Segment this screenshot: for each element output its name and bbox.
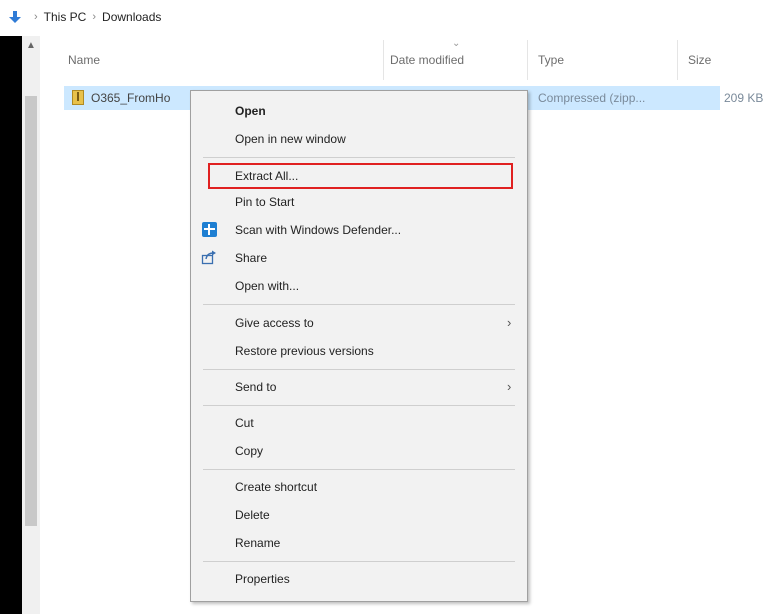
menu-separator (203, 157, 515, 158)
zip-folder-icon (72, 90, 84, 105)
menu-separator (203, 369, 515, 370)
column-header-type[interactable]: Type (538, 46, 564, 74)
breadcrumb-downloads[interactable]: Downloads (102, 10, 161, 24)
menu-item-copy[interactable]: Copy (235, 441, 263, 461)
file-size: 209 KB (724, 91, 764, 105)
menu-item-give-access[interactable]: Give access to (235, 313, 314, 333)
menu-separator (203, 304, 515, 305)
menu-item-scan-defender[interactable]: Scan with Windows Defender... (235, 220, 401, 240)
menu-item-cut[interactable]: Cut (235, 413, 254, 433)
column-header-size[interactable]: Size (688, 46, 711, 74)
breadcrumb-separator: › (92, 11, 97, 23)
file-type: Compressed (zipp... (538, 91, 646, 105)
menu-item-send-to[interactable]: Send to (235, 377, 276, 397)
share-icon (201, 250, 216, 265)
column-divider[interactable] (383, 40, 384, 80)
column-divider[interactable] (527, 40, 528, 80)
windows-defender-icon (202, 222, 217, 237)
menu-separator (203, 469, 515, 470)
menu-item-open-with[interactable]: Open with... (235, 276, 299, 296)
menu-item-create-shortcut[interactable]: Create shortcut (235, 477, 317, 497)
menu-item-share[interactable]: Share (235, 248, 267, 268)
column-divider[interactable] (677, 40, 678, 80)
menu-separator (203, 561, 515, 562)
column-header-date-modified[interactable]: Date modified (390, 46, 464, 74)
submenu-arrow-icon: › (507, 379, 512, 394)
menu-item-rename[interactable]: Rename (235, 533, 280, 553)
breadcrumb-separator: › (34, 11, 38, 23)
download-arrow-icon (9, 11, 21, 23)
vertical-scrollbar[interactable]: ▲ (22, 36, 40, 614)
navigation-pane-edge (0, 36, 22, 614)
column-header-name[interactable]: Name (68, 46, 100, 74)
menu-item-open[interactable]: Open (235, 101, 266, 121)
scrollbar-thumb[interactable] (25, 96, 37, 526)
address-bar[interactable]: › This PC › Downloads (0, 0, 784, 34)
scroll-up-icon[interactable]: ▲ (22, 40, 40, 51)
submenu-arrow-icon: › (507, 315, 512, 330)
menu-item-delete[interactable]: Delete (235, 505, 270, 525)
menu-item-open-new-window[interactable]: Open in new window (235, 129, 346, 149)
menu-item-restore-versions[interactable]: Restore previous versions (235, 341, 374, 361)
menu-item-properties[interactable]: Properties (235, 569, 290, 589)
breadcrumb-this-pc[interactable]: This PC (44, 10, 87, 24)
menu-item-pin-to-start[interactable]: Pin to Start (235, 192, 294, 212)
menu-separator (203, 405, 515, 406)
file-name[interactable]: O365_FromHo (91, 91, 170, 105)
extract-all-highlight-box (208, 163, 513, 189)
